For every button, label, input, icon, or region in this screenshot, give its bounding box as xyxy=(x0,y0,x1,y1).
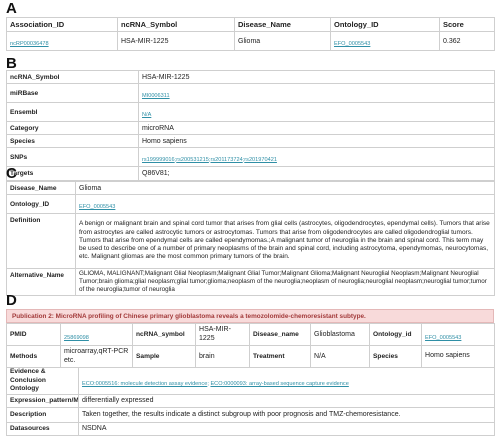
panel-label-a: A xyxy=(6,0,17,17)
row-label-species: Species xyxy=(6,134,139,148)
ontology-id-link[interactable]: EFO_0005543 xyxy=(79,204,115,210)
expression-value: differentially expressed xyxy=(77,393,496,408)
ontology-id-cell: EFO_0005543 xyxy=(421,323,496,346)
snp-link[interactable]: rs201173724 xyxy=(210,157,242,163)
row-label-targets: Targets xyxy=(6,166,139,181)
ensembl-link[interactable]: N/A xyxy=(142,112,151,118)
mirbase-link[interactable]: MI0006311 xyxy=(142,93,170,99)
definition-value: A benign or malignant brain and spinal c… xyxy=(75,213,495,269)
label-ontology-id: Ontology_id xyxy=(369,323,423,346)
ontology-id-cell: EFO_0005543 xyxy=(330,31,440,51)
row-label-snps: SNPs xyxy=(6,147,139,167)
ncrna-info-table: ncRNA_Symbol HSA-MIR-1225 miRBase MI0006… xyxy=(6,70,495,181)
label-datasources: Datasources xyxy=(6,421,79,436)
panel-label-c: C xyxy=(6,165,17,182)
snps-cell: rs199999016;rs200531215;rs201173724;rs20… xyxy=(138,147,495,167)
publication-title: Publication 2: MicroRNA profiling of Chi… xyxy=(6,309,494,323)
publication-table: PMID 25869098 ncRNA_symbol HSA-MIR-1225 … xyxy=(6,323,496,436)
mirbase-cell: MI0006311 xyxy=(138,83,495,103)
row-label-disease-name: Disease_Name xyxy=(6,181,76,195)
label-disease-name: Disease_name xyxy=(249,323,312,346)
ensembl-cell: N/A xyxy=(138,102,495,122)
row-label-ensembl: Ensembl xyxy=(6,102,139,122)
pmid-link[interactable]: 25869098 xyxy=(64,335,89,341)
association-table: Association_ID ncRNA_Symbol Disease_Name… xyxy=(6,17,495,51)
header-association-id: Association_ID xyxy=(6,17,118,32)
disease-name-value: Glioblastoma xyxy=(310,323,371,346)
category-value: microRNA xyxy=(138,121,495,135)
ontology-id-link[interactable]: EFO_0005543 xyxy=(425,335,461,341)
label-methods: Methods xyxy=(6,345,61,368)
sample-value: brain xyxy=(195,345,251,368)
treatment-value: N/A xyxy=(310,345,371,368)
label-ncrna-symbol: ncRNA_symbol xyxy=(132,323,197,346)
score-cell: 0.362 xyxy=(439,31,495,51)
snp-link[interactable]: rs200531215 xyxy=(176,157,209,163)
targets-value: Q86V81; xyxy=(138,166,495,181)
label-treatment: Treatment xyxy=(249,345,312,368)
pmid-cell: 25869098 xyxy=(59,323,134,346)
alternative-name-value: GLIOMA, MALIGNANT;Malignant Glial Neopla… xyxy=(75,268,495,296)
panel-label-d: D xyxy=(6,292,17,309)
row-label-definition: Definition xyxy=(6,213,76,269)
species-value: Homo sapiens xyxy=(138,134,495,148)
label-description: Description xyxy=(6,406,79,423)
eco-link[interactable]: ECO:0005516: molecule detection assay ev… xyxy=(82,381,207,387)
ncrna-symbol-cell: HSA-MIR-1225 xyxy=(117,31,235,51)
header-disease-name: Disease_Name xyxy=(234,17,331,32)
row-label-ontology-id: Ontology_ID xyxy=(6,194,76,214)
panel-label-b: B xyxy=(6,55,17,72)
row-label-category: Category xyxy=(6,121,139,135)
ontology-id-link[interactable]: EFO_0005543 xyxy=(334,41,370,47)
header-score: Score xyxy=(439,17,495,32)
header-ontology-id: Ontology_ID xyxy=(330,17,440,32)
disease-info-table: Disease_Name Glioma Ontology_ID EFO_0005… xyxy=(6,181,495,296)
label-pmid: PMID xyxy=(6,323,61,346)
association-id-cell: ncRP00036478 xyxy=(6,31,118,51)
label-evidence: Evidence & Conclusion Ontology xyxy=(6,367,79,395)
disease-name-cell: Glioma xyxy=(234,31,331,51)
ncrna-symbol-value: HSA-MIR-1225 xyxy=(138,70,495,84)
species-value: Homo sapiens xyxy=(421,345,496,368)
ncrna-symbol-value: HSA-MIR-1225 xyxy=(195,323,251,346)
eco-link[interactable]: ECO:0000093: array-based sequence captur… xyxy=(210,381,348,387)
disease-name-value: Glioma xyxy=(75,181,495,195)
evidence-cell: ECO:0005516: molecule detection assay ev… xyxy=(77,367,496,395)
label-species: Species xyxy=(369,345,423,368)
datasources-value: NSDNA xyxy=(77,421,496,436)
row-label-mirbase: miRBase xyxy=(6,83,139,103)
ontology-id-value-cell: EFO_0005543 xyxy=(75,194,495,214)
association-id-link[interactable]: ncRP00036478 xyxy=(10,41,49,47)
label-expression: Expression_pattern/Mutations xyxy=(6,393,79,408)
label-sample: Sample xyxy=(132,345,197,368)
methods-value: microarray,qRT-PCR etc. xyxy=(59,345,134,368)
row-label-ncrna-symbol: ncRNA_Symbol xyxy=(6,70,139,84)
snp-link[interactable]: rs201970421 xyxy=(244,157,277,163)
header-ncrna-symbol: ncRNA_Symbol xyxy=(117,17,235,32)
description-value: Taken together, the results indicate a d… xyxy=(77,406,496,423)
snp-link[interactable]: rs199999016 xyxy=(142,157,175,163)
